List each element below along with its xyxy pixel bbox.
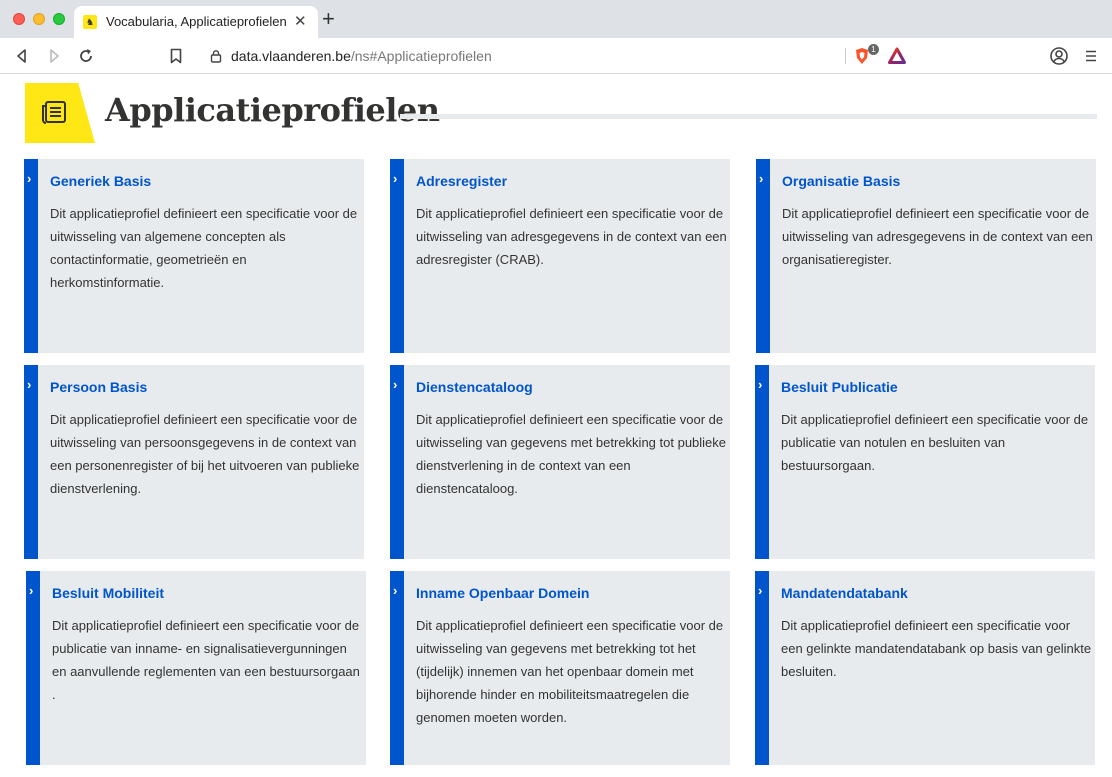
card-description: Dit applicatieprofiel definieert een spe… <box>416 206 727 267</box>
card-description: Dit applicatieprofiel definieert een spe… <box>50 412 360 496</box>
menu-icon[interactable] <box>1083 46 1099 66</box>
card-mandatendatabank[interactable]: › Mandatendatabank Dit applicatieprofiel… <box>755 571 1095 765</box>
card-description: Dit applicatieprofiel definieert een spe… <box>50 206 358 290</box>
chevron-right-icon: › <box>393 171 398 186</box>
card-besluit-publicatie[interactable]: › Besluit Publicatie Dit applicatieprofi… <box>755 365 1095 559</box>
tab-title: Vocabularia, Applicatieprofielen <box>106 14 287 29</box>
url-separator <box>845 48 846 64</box>
maximize-window-button[interactable] <box>53 13 65 25</box>
lock-icon <box>209 49 223 63</box>
page-content: Applicatieprofielen › Generiek Basis Dit… <box>0 75 1112 777</box>
card-title[interactable]: Persoon Basis <box>50 379 147 395</box>
brave-rewards-icon[interactable] <box>888 47 906 65</box>
page-title: Applicatieprofielen <box>105 91 440 129</box>
card-dienstencataloog[interactable]: › Dienstencataloog Dit applicatieprofiel… <box>390 365 730 559</box>
forward-icon[interactable] <box>44 46 64 66</box>
card-besluit-mobiliteit[interactable]: › Besluit Mobiliteit Dit applicatieprofi… <box>26 571 366 765</box>
chevron-right-icon: › <box>29 583 34 598</box>
address-bar[interactable]: data.vlaanderen.be/ns#Applicatieprofiele… <box>197 42 915 70</box>
profile-icon[interactable] <box>1049 46 1069 66</box>
url-text: data.vlaanderen.be/ns#Applicatieprofiele… <box>231 48 492 64</box>
card-title[interactable]: Mandatendatabank <box>781 585 908 601</box>
card-title[interactable]: Besluit Mobiliteit <box>52 585 164 601</box>
card-title[interactable]: Inname Openbaar Domein <box>416 585 589 601</box>
card-description: Dit applicatieprofiel definieert een spe… <box>782 206 1093 267</box>
card-description: Dit applicatieprofiel definieert een spe… <box>781 412 1089 473</box>
url-path: /ns#Applicatieprofielen <box>350 48 492 64</box>
card-inname-openbaar-domein[interactable]: › Inname Openbaar Domein Dit applicatiep… <box>390 571 730 765</box>
card-title[interactable]: Dienstencataloog <box>416 379 533 395</box>
card-title[interactable]: Generiek Basis <box>50 173 151 189</box>
card-adresregister[interactable]: › Adresregister Dit applicatieprofiel de… <box>390 159 730 353</box>
card-description: Dit applicatieprofiel definieert een spe… <box>416 618 724 725</box>
document-icon <box>25 83 95 143</box>
chevron-right-icon: › <box>27 171 32 186</box>
chevron-right-icon: › <box>758 377 763 392</box>
favicon-icon: ♞ <box>83 15 97 29</box>
card-generiek-basis[interactable]: › Generiek Basis Dit applicatieprofiel d… <box>24 159 364 353</box>
shield-count-badge: 1 <box>868 44 879 55</box>
browser-toolbar: data.vlaanderen.be/ns#Applicatieprofiele… <box>0 38 1112 74</box>
new-tab-button[interactable]: + <box>322 8 335 30</box>
card-organisatie-basis[interactable]: › Organisatie Basis Dit applicatieprofie… <box>756 159 1096 353</box>
chevron-right-icon: › <box>393 583 398 598</box>
card-title[interactable]: Besluit Publicatie <box>781 379 898 395</box>
chevron-right-icon: › <box>758 583 763 598</box>
reload-icon[interactable] <box>76 46 96 66</box>
browser-tab[interactable]: ♞ Vocabularia, Applicatieprofielen ✕ <box>74 6 318 38</box>
minimize-window-button[interactable] <box>33 13 45 25</box>
card-description: Dit applicatieprofiel definieert een spe… <box>52 618 360 702</box>
tab-close-icon[interactable]: ✕ <box>294 12 307 30</box>
back-icon[interactable] <box>12 46 32 66</box>
card-description: Dit applicatieprofiel definieert een spe… <box>416 412 727 496</box>
url-host: data.vlaanderen.be <box>231 48 351 64</box>
bookmark-icon[interactable] <box>166 46 186 66</box>
chevron-right-icon: › <box>27 377 32 392</box>
card-persoon-basis[interactable]: › Persoon Basis Dit applicatieprofiel de… <box>24 365 364 559</box>
card-title[interactable]: Organisatie Basis <box>782 173 900 189</box>
title-divider <box>400 114 1097 119</box>
browser-titlebar: ♞ Vocabularia, Applicatieprofielen ✕ + <box>0 0 1112 38</box>
close-window-button[interactable] <box>13 13 25 25</box>
chevron-right-icon: › <box>393 377 398 392</box>
card-title[interactable]: Adresregister <box>416 173 507 189</box>
chevron-right-icon: › <box>759 171 764 186</box>
card-description: Dit applicatieprofiel definieert een spe… <box>781 618 1092 679</box>
